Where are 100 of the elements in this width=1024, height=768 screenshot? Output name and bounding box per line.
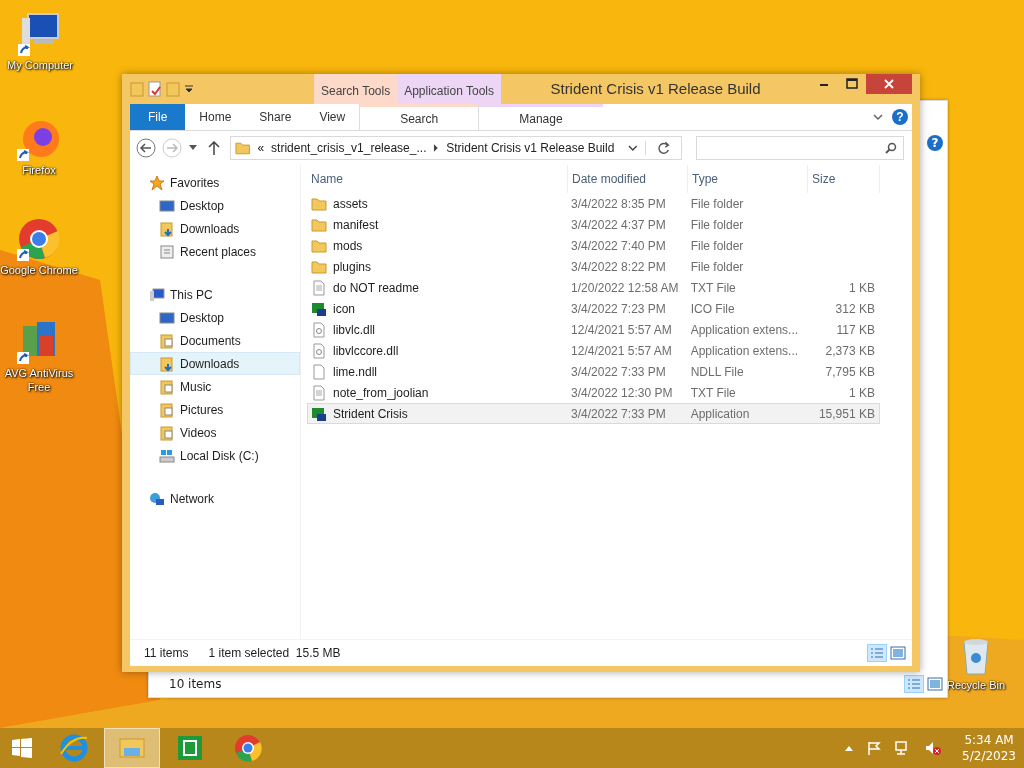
ribbon-tab[interactable]: File (130, 104, 186, 130)
nav-item[interactable]: This PC (130, 283, 300, 306)
date-modified: 3/4/2022 7:40 PM (570, 238, 667, 253)
file-row[interactable]: note_from_joolian 3/4/2022 12:30 PM TXT File 1 KB (307, 382, 880, 403)
file-name: libvlc.dll (333, 322, 375, 337)
breadcrumb-item[interactable]: « (257, 141, 265, 155)
large-icons-view-icon[interactable] (890, 646, 906, 660)
chrome-icon[interactable] (232, 732, 264, 764)
file-type-icon (311, 384, 327, 401)
nav-item[interactable]: Downloads (130, 217, 300, 240)
nav-item-icon (159, 197, 175, 214)
file-type: Application extens... (689, 343, 800, 358)
windows-logo-icon[interactable] (11, 737, 33, 759)
ribbon-tab[interactable]: Share (245, 104, 306, 130)
nav-item-icon (159, 424, 175, 441)
file-name: plugins (333, 259, 372, 274)
item-count: 11 items (144, 646, 189, 660)
file-row[interactable]: assets 3/4/2022 8:35 PM File folder (307, 193, 880, 214)
file-size: 1 KB (848, 385, 875, 400)
help-button[interactable]: ? (927, 135, 943, 151)
file-size: 15,951 KB (818, 406, 875, 421)
details-view-icon[interactable] (867, 644, 887, 662)
nav-item[interactable]: Documents (130, 329, 300, 352)
dropdown-caret-icon[interactable] (184, 84, 194, 94)
file-type: Application (689, 406, 751, 421)
file-size: 312 KB (835, 301, 875, 316)
caret-up-icon[interactable] (844, 744, 855, 752)
chevron-right-icon[interactable] (433, 144, 440, 152)
browser-e-icon[interactable] (58, 732, 90, 764)
file-type-icon (311, 405, 327, 422)
contextual-tab-header: Search Tools (314, 74, 398, 104)
file-type: NDLL File (689, 364, 745, 379)
nav-item-icon (159, 378, 175, 395)
file-name: assets (333, 196, 368, 211)
file-size: 2,373 KB (825, 343, 875, 358)
nav-item[interactable]: Downloads (130, 352, 300, 375)
file-row[interactable]: icon 3/4/2022 7:23 PM ICO File 312 KB (307, 298, 880, 319)
nav-item[interactable]: Desktop (130, 194, 300, 217)
chevron-down-icon[interactable] (628, 144, 638, 152)
expand-ribbon-icon[interactable] (872, 112, 884, 122)
back-button[interactable] (136, 138, 156, 158)
ribbon-tab[interactable]: Home (185, 104, 246, 130)
nav-item[interactable]: Local Disk (C:) (130, 444, 300, 467)
file-row[interactable]: mods 3/4/2022 7:40 PM File folder (307, 235, 880, 256)
date-modified: 12/4/2021 5:57 AM (570, 343, 673, 358)
date-modified: 1/20/2022 12:58 AM (570, 280, 680, 295)
nav-item-icon (159, 220, 175, 237)
file-row[interactable]: libvlccore.dll 12/4/2021 5:57 AM Application extens... 2,373 KB (307, 340, 880, 361)
address-bar[interactable]: « strident_crisis_v1_release_... Strident Crisis v1 Release Build (230, 136, 682, 160)
nav-item-icon (159, 243, 175, 260)
file-row[interactable]: do NOT readme 1/20/2022 12:58 AM TXT File 1 KB (307, 277, 880, 298)
help-button[interactable]: ? (892, 109, 908, 125)
date-modified: 3/4/2022 7:23 PM (570, 301, 667, 316)
file-row[interactable]: Strident Crisis 3/4/2022 7:33 PM Application 15,951 KB (307, 403, 880, 424)
date-modified: 12/4/2021 5:57 AM (570, 322, 673, 337)
file-type: File folder (689, 238, 745, 253)
file-row[interactable]: plugins 3/4/2022 8:22 PM File folder (307, 256, 880, 277)
file-name: mods (333, 238, 363, 253)
nav-item[interactable]: Music (130, 375, 300, 398)
flag-icon[interactable] (866, 740, 883, 756)
search-field[interactable] (696, 136, 904, 160)
nav-item[interactable]: Videos (130, 421, 300, 444)
date-modified: 3/4/2022 8:22 PM (570, 259, 667, 274)
file-row[interactable]: libvlc.dll 12/4/2021 5:57 AM Application extens... 117 KB (307, 319, 880, 340)
breadcrumb-item[interactable]: strident_crisis_v1_release_... (271, 141, 427, 155)
file-row[interactable]: manifest 3/4/2022 4:37 PM File folder (307, 214, 880, 235)
large-icons-view-icon[interactable] (927, 677, 943, 691)
details-view-icon[interactable] (904, 675, 924, 693)
date-modified: 3/4/2022 7:33 PM (570, 406, 667, 421)
nav-item[interactable]: Favorites (130, 171, 300, 194)
column-header[interactable]: Type (688, 165, 808, 193)
file-type-icon (311, 195, 327, 212)
file-type: ICO File (689, 301, 736, 316)
file-row[interactable]: lime.ndll 3/4/2022 7:33 PM NDLL File 7,795 KB (307, 361, 880, 382)
selection-info: 1 item selected 15.5 MB (208, 646, 341, 660)
nav-item[interactable]: Recent places (130, 240, 300, 263)
file-name: lime.ndll (333, 364, 377, 379)
recent-locations-icon[interactable] (188, 144, 198, 152)
search-icon[interactable] (885, 142, 897, 154)
file-type: Application extens... (689, 322, 800, 337)
properties-icon[interactable] (148, 81, 162, 97)
file-size: 117 KB (836, 322, 875, 337)
file-type: File folder (689, 196, 745, 211)
nav-item[interactable]: Network (130, 487, 300, 510)
file-type-icon (311, 258, 327, 275)
nav-item-icon (149, 286, 165, 303)
column-header[interactable]: Date modified (568, 165, 688, 193)
file-name: icon (333, 301, 355, 316)
column-header[interactable]: Size (808, 165, 880, 193)
file-type: File folder (689, 259, 745, 274)
file-type-icon (311, 216, 327, 233)
column-header[interactable]: Name (307, 165, 568, 193)
nav-item[interactable]: Pictures (130, 398, 300, 421)
breadcrumb-item[interactable]: Strident Crisis v1 Release Build (446, 141, 615, 155)
ribbon-tab[interactable]: View (305, 104, 360, 130)
nav-item[interactable]: Desktop (130, 306, 300, 329)
muted-speaker-icon[interactable] (924, 740, 943, 756)
window-title: Strident Crisis v1 Release Build (549, 79, 762, 99)
forward-button[interactable] (162, 138, 182, 158)
nav-item-icon (159, 447, 175, 464)
